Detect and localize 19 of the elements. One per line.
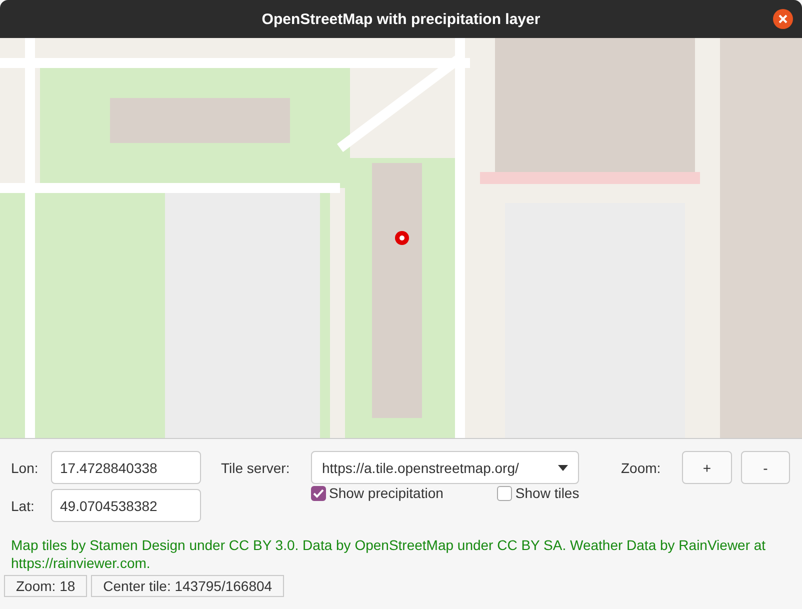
- lon-field[interactable]: 17.4728840338: [51, 451, 201, 484]
- zoom-out-button[interactable]: -: [741, 451, 790, 484]
- caret-icon: [558, 464, 568, 470]
- checkbox-label[interactable]: Show precipitation: [329, 485, 444, 501]
- window-title: OpenStreetMap with precipitation layer: [262, 10, 540, 28]
- status-field: Center tile: 143795/166804: [91, 575, 284, 597]
- close-icon[interactable]: [773, 9, 793, 29]
- zoom-label: Zoom:: [621, 460, 662, 476]
- tile-server-label: Tile server:: [221, 460, 291, 476]
- status-field: Zoom: 18: [4, 575, 88, 597]
- checkbox[interactable]: [497, 486, 512, 500]
- attribution-text: Map tiles by Stamen Design under CC BY 3.0. Data by OpenStreetMap under CC BY SA. Weather Data by RainViewer at https://rainviewer.com.: [11, 536, 767, 572]
- tile-server-dropdown[interactable]: https://a.tile.openstreetmap.org/: [311, 451, 579, 484]
- checkbox-label[interactable]: Show tiles: [515, 485, 580, 501]
- lat-label: Lat:: [11, 498, 36, 514]
- lon-label: Lon:: [11, 460, 40, 476]
- lat-field[interactable]: 49.0704538382: [51, 489, 201, 522]
- checkbox[interactable]: [311, 486, 326, 500]
- zoom-in-button[interactable]: +: [682, 451, 732, 484]
